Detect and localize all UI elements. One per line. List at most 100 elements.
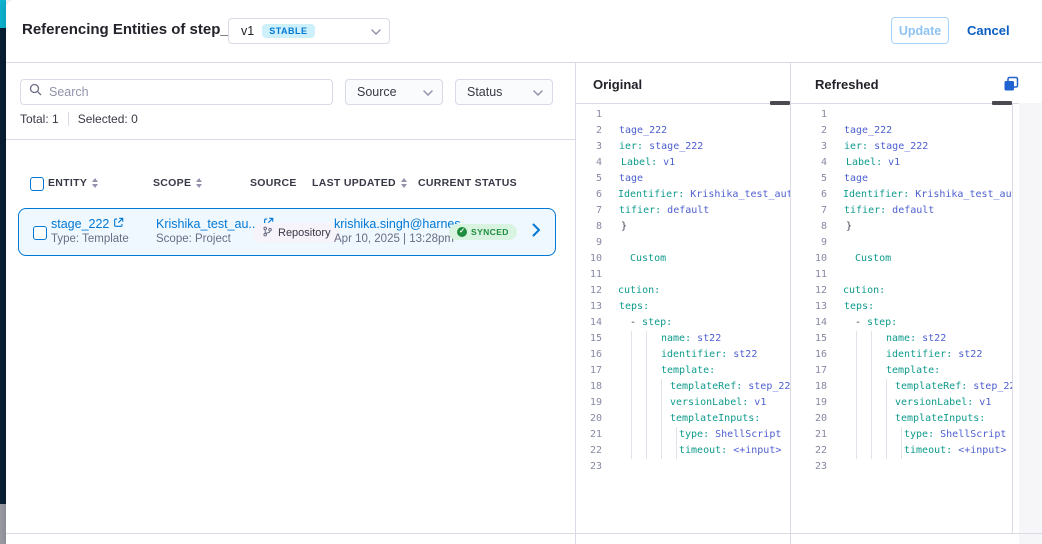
line-number: 19	[576, 395, 602, 411]
code-line: 11	[801, 267, 1012, 283]
indent-guide	[661, 427, 662, 443]
indent-guide	[646, 379, 647, 395]
row-checkbox[interactable]	[33, 226, 47, 240]
code-line: 20templateInputs:	[801, 411, 1012, 427]
code-line-content	[841, 267, 1012, 283]
code-line: 4Label: v1	[576, 155, 790, 171]
entity-cell: stage_222 Type: Template	[51, 217, 129, 245]
code-line-content: name: st22	[841, 331, 1012, 347]
indent-guide	[631, 443, 632, 459]
code-line: 7tifier: default	[801, 203, 1012, 219]
version-select[interactable]: v1 STABLE	[228, 18, 390, 44]
source-badge: Repository	[253, 223, 340, 243]
line-number: 6	[801, 187, 827, 203]
column-header-last-updated[interactable]: LAST UPDATED	[312, 177, 407, 189]
indent-guide	[856, 443, 857, 459]
status-filter-label: Status	[467, 85, 502, 99]
column-label: SCOPE	[153, 177, 191, 189]
original-code[interactable]: 12tage_2223ier: stage_2224Label: v15tage…	[576, 104, 790, 534]
indent-guide	[646, 331, 647, 347]
status-label: SYNCED	[471, 227, 509, 237]
code-line: 3ier: stage_222	[801, 139, 1012, 155]
indent-guide	[631, 395, 632, 411]
code-line-content	[841, 107, 1012, 123]
source-filter-dropdown[interactable]: Source	[345, 79, 443, 105]
code-line-content: tage_222	[841, 123, 1012, 139]
code-line-content: - step:	[841, 315, 1012, 331]
indent-guide	[676, 443, 677, 459]
indent-guide	[856, 427, 857, 443]
table-row[interactable]: stage_222 Type: Template Krishika_test_a…	[18, 208, 556, 256]
code-line-content: Label: v1	[841, 155, 1012, 171]
external-link-icon[interactable]	[113, 217, 124, 231]
code-line: 22timeout: <+input>	[576, 443, 790, 459]
code-line-content: templateRef: step_222	[841, 379, 1012, 395]
line-number: 3	[576, 139, 602, 155]
code-line: 17template:	[801, 363, 1012, 379]
code-line: 11	[576, 267, 790, 283]
cancel-button[interactable]: Cancel	[967, 23, 1010, 38]
sort-icon[interactable]	[196, 178, 202, 188]
indent-guide	[631, 347, 632, 363]
code-line: 18templateRef: step_222	[576, 379, 790, 395]
code-line-content: tifier: default	[616, 203, 790, 219]
sort-icon[interactable]	[401, 178, 407, 188]
code-line: 19versionLabel: v1	[576, 395, 790, 411]
code-line-content: tage_222	[616, 123, 790, 139]
indent-guide	[661, 443, 662, 459]
code-line: 22timeout: <+input>	[801, 443, 1012, 459]
indent-guide	[676, 427, 677, 443]
table-header-row: ENTITYSCOPESOURCELAST UPDATEDCURRENT STA…	[6, 170, 566, 196]
chevron-down-icon	[533, 85, 543, 99]
code-line: 17template:	[576, 363, 790, 379]
column-header-entity[interactable]: ENTITY	[48, 177, 98, 189]
code-line: 15name: st22	[576, 331, 790, 347]
sort-icon[interactable]	[92, 178, 98, 188]
code-line: 15 name: st22	[801, 331, 1012, 347]
code-line-content	[616, 459, 790, 475]
line-number: 9	[576, 235, 602, 251]
code-line-content: }	[616, 219, 790, 235]
panel-divider-middle	[790, 62, 791, 544]
code-line: 9	[576, 235, 790, 251]
column-header-scope[interactable]: SCOPE	[153, 177, 202, 189]
code-line: 8}	[576, 219, 790, 235]
copy-icon[interactable]	[1003, 76, 1019, 92]
code-line-content: Custom	[841, 251, 1012, 267]
indent-guide	[856, 363, 857, 379]
code-line: 20templateInputs:	[576, 411, 790, 427]
code-line-content: Identifier: Krishika_test_aut	[841, 187, 1012, 203]
code-line: 10Custom	[576, 251, 790, 267]
column-label: ENTITY	[48, 177, 87, 189]
line-number: 12	[576, 283, 602, 299]
line-number: 20	[576, 411, 602, 427]
line-number: 8	[801, 219, 827, 235]
code-line-content: identifier: st22	[616, 347, 790, 363]
line-number: 20	[801, 411, 827, 427]
refreshed-code[interactable]: 12tage_2223ier: stage_2224Label: v15tage…	[801, 104, 1012, 534]
scope-link[interactable]: Krishika_test_au...	[156, 217, 259, 231]
code-line: 6 Identifier: Krishika_test_aut	[801, 187, 1012, 203]
indent-guide	[631, 427, 632, 443]
row-expand-chevron[interactable]	[532, 223, 541, 242]
search-icon	[29, 83, 42, 101]
line-number: 13	[801, 299, 827, 315]
line-number: 14	[801, 315, 827, 331]
code-line-content: identifier: st22	[841, 347, 1012, 363]
line-number: 15	[801, 331, 827, 347]
code-line: 16identifier: st22	[801, 347, 1012, 363]
code-line-content: ier: stage_222	[841, 139, 1012, 155]
status-filter-dropdown[interactable]: Status	[455, 79, 553, 105]
search-input[interactable]	[49, 85, 324, 99]
update-button[interactable]: Update	[891, 17, 949, 44]
code-line: 18templateRef: step_222	[801, 379, 1012, 395]
indent-guide	[871, 443, 872, 459]
code-line-content	[841, 235, 1012, 251]
indent-guide	[871, 395, 872, 411]
entity-link[interactable]: stage_222	[51, 217, 109, 231]
line-number: 8	[576, 219, 602, 235]
line-number: 12	[801, 283, 827, 299]
line-number: 11	[576, 267, 602, 283]
indent-guide	[886, 379, 887, 395]
line-number: 11	[801, 267, 827, 283]
